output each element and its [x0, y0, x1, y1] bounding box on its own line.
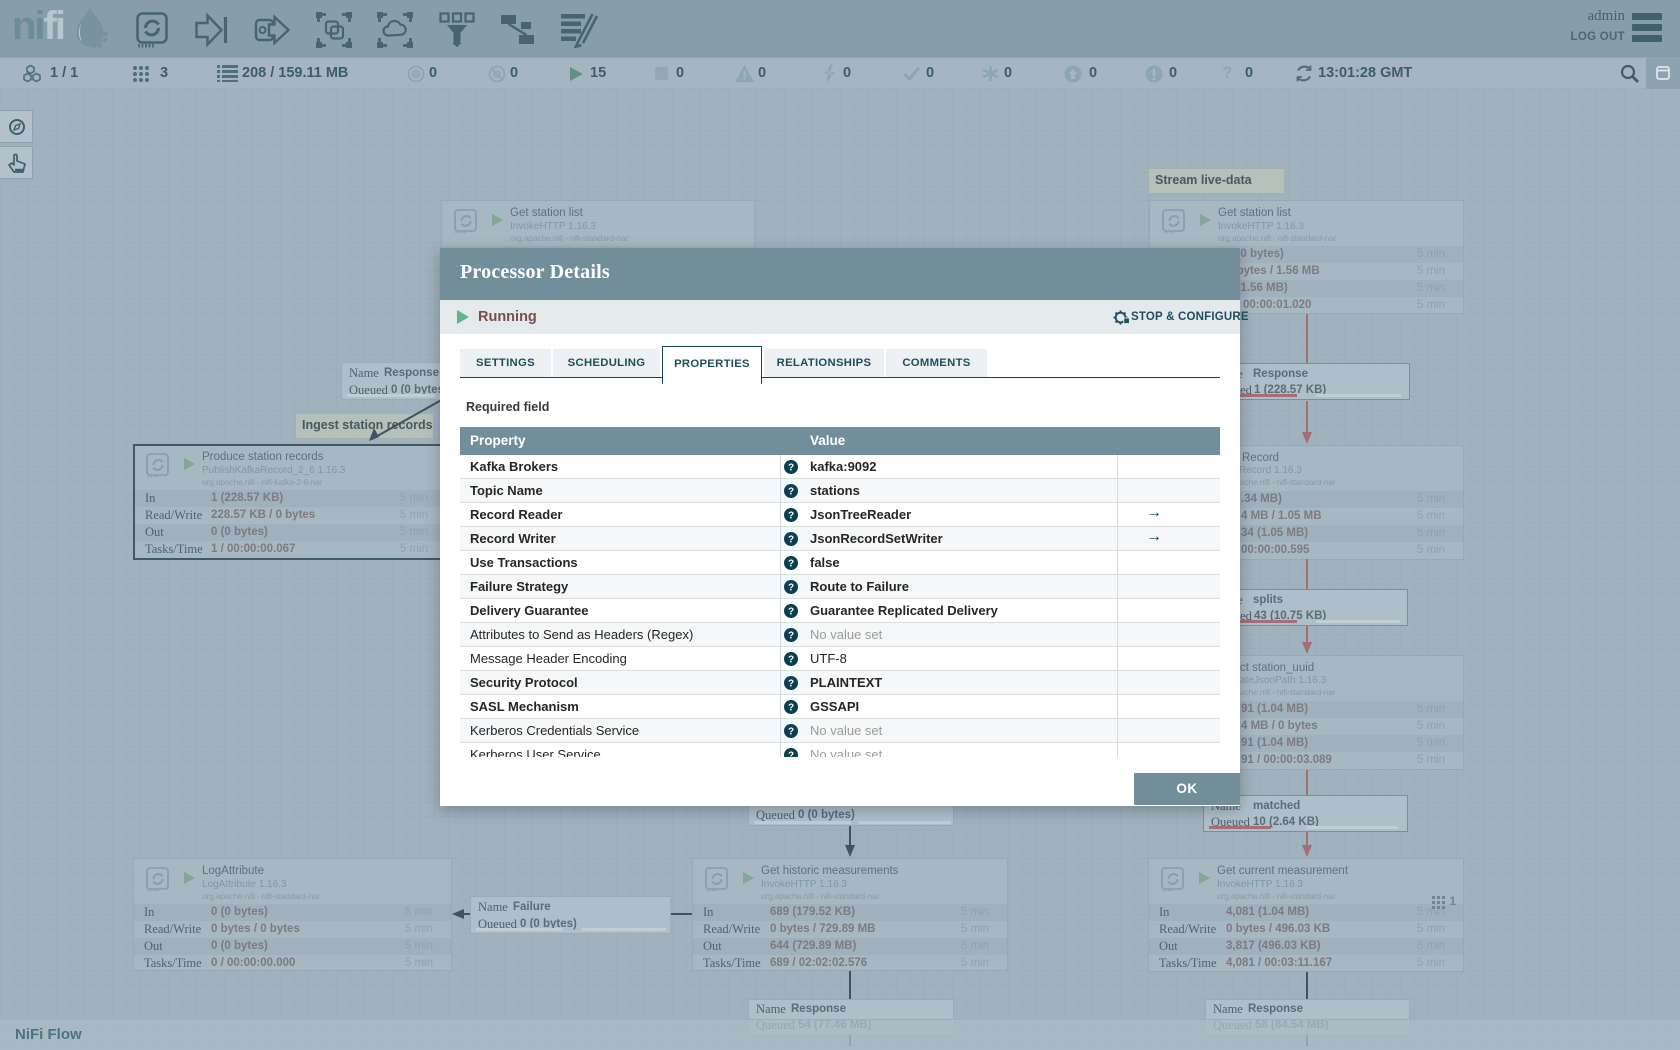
svg-text:?: ?: [788, 751, 794, 758]
svg-text:?: ?: [788, 607, 794, 618]
svg-text:?: ?: [788, 535, 794, 546]
svg-text:?: ?: [788, 679, 794, 690]
svg-text:?: ?: [788, 727, 794, 738]
svg-text:?: ?: [788, 511, 794, 522]
svg-text:?: ?: [788, 655, 794, 666]
svg-text:?: ?: [788, 631, 794, 642]
svg-text:?: ?: [788, 487, 794, 498]
svg-text:?: ?: [788, 463, 794, 474]
svg-text:?: ?: [788, 583, 794, 594]
svg-text:?: ?: [788, 703, 794, 714]
svg-text:?: ?: [788, 559, 794, 570]
